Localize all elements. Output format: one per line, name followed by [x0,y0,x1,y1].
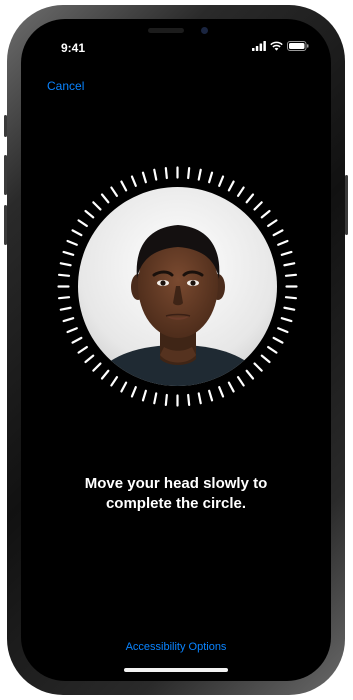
home-indicator[interactable] [124,668,228,672]
status-time: 9:41 [61,41,86,55]
scan-tick [197,392,202,405]
scan-tick [130,386,137,398]
battery-icon [287,41,309,51]
scan-tick [110,376,119,387]
silent-switch [4,115,7,137]
scan-tick [92,201,102,211]
scan-tick [280,317,293,323]
scan-tick [260,209,271,219]
scan-tick [141,171,147,184]
scan-tick [71,336,83,344]
scan-tick [120,180,128,192]
instruction-line-2: complete the circle. [105,495,247,512]
instruction-text: Move your head slowly to complete the ci… [21,474,331,514]
scan-tick [84,209,95,219]
cancel-button[interactable]: Cancel [47,79,84,93]
scan-tick [187,393,191,407]
scan-tick [77,219,88,228]
scan-tick [62,317,75,323]
scan-tick [141,389,147,402]
scan-tick [280,250,293,256]
scan-tick [164,393,168,407]
scan-tick [218,175,225,187]
speaker-grille [148,28,184,33]
phone-frame: 9:41 Cancel Move your head slowly to com… [4,5,348,695]
scan-tick [153,392,158,405]
status-icons [252,41,309,51]
face-scan-area [55,164,300,409]
scan-tick [267,219,278,228]
power-button [345,175,348,235]
scan-tick [100,369,110,380]
cellular-signal-icon [252,41,266,51]
scan-tick [187,166,191,180]
user-face-photo [78,187,277,386]
scan-tick [100,193,110,204]
scan-tick [59,262,72,267]
scan-tick [153,168,158,181]
scan-tick [218,386,225,398]
scan-tick [267,345,278,354]
volume-up-button [4,155,7,195]
scan-tick [62,250,75,256]
scan-tick [208,389,214,402]
volume-down-button [4,205,7,245]
scan-tick [66,327,78,334]
scan-tick [284,296,298,300]
scan-tick [77,345,88,354]
scan-tick [57,273,71,277]
scan-tick [84,354,95,364]
scan-tick [272,229,284,237]
scan-tick [245,193,255,204]
scan-tick [66,239,78,246]
scan-tick [92,362,102,372]
scan-tick [284,273,298,277]
scan-tick [236,376,245,387]
scan-tick [227,381,235,393]
scan-tick [130,175,137,187]
scan-tick [120,381,128,393]
scan-tick [110,186,119,197]
scan-tick [236,186,245,197]
scan-tick [283,262,296,267]
scan-tick [245,369,255,380]
scan-tick [253,362,263,372]
scan-tick [227,180,235,192]
notch [101,19,251,47]
scan-tick [253,201,263,211]
scan-tick [71,229,83,237]
accessibility-options-button[interactable]: Accessibility Options [21,641,331,653]
scan-tick [208,171,214,184]
scan-tick [197,168,202,181]
scan-tick [272,336,284,344]
screen: 9:41 Cancel Move your head slowly to com… [21,19,331,681]
scan-tick [277,239,289,246]
front-camera [201,27,208,34]
scan-tick [59,306,72,311]
wifi-icon [270,41,283,51]
scan-tick [164,166,168,180]
scan-tick [283,306,296,311]
instruction-line-1: Move your head slowly to [84,475,268,492]
scan-tick [277,327,289,334]
scan-tick [260,354,271,364]
scan-tick [57,296,71,300]
